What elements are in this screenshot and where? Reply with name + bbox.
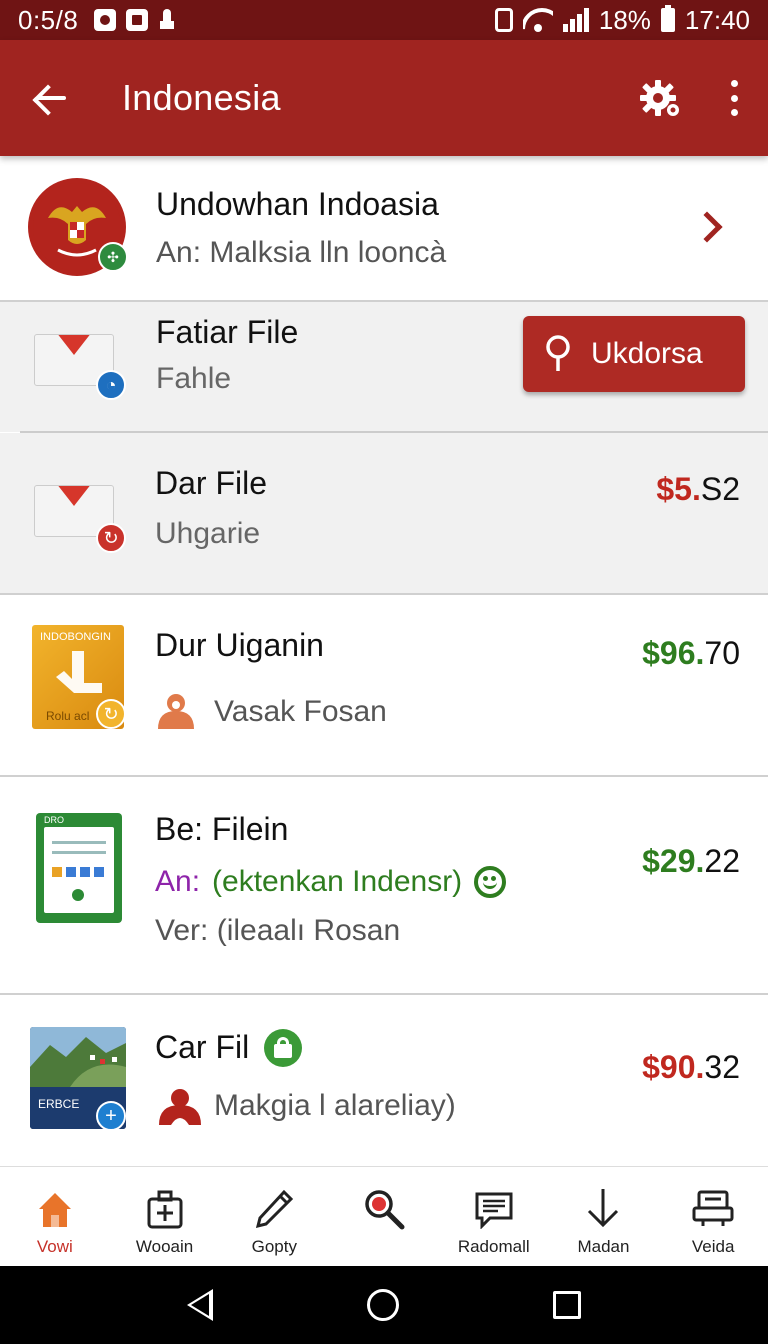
system-navigation-bar	[0, 1266, 768, 1344]
header-title: Undowhan Indoasia	[156, 186, 439, 222]
thumb-label: DRO	[44, 815, 64, 825]
header-subtitle: An: Malksia lln looncà	[156, 236, 447, 269]
nav-item-gopty[interactable]: Gopty	[219, 1167, 329, 1266]
item-subtitle: Makgia l alareliay)	[214, 1089, 456, 1122]
list-item[interactable]: DRO Be: Filein An: (ektenkan Indensr) Ve…	[0, 777, 768, 995]
nav-item-search[interactable]	[329, 1167, 439, 1266]
list-item[interactable]: INDOBONGIN Rolu acl ↻ Dur Uiganin Vasak …	[0, 595, 768, 777]
battery-percent: 18%	[598, 4, 651, 35]
price-main: $5.	[656, 471, 701, 507]
header-card[interactable]: ✣ Undowhan Indoasia An: Malksia lln loon…	[0, 156, 768, 302]
thumb-caption-top: INDOBONGIN	[40, 631, 111, 643]
item-title: Fatiar File	[156, 314, 299, 350]
download-arrow-icon	[581, 1187, 625, 1231]
status-badge: ✣	[98, 242, 128, 272]
system-back-icon[interactable]	[187, 1289, 213, 1321]
home-icon	[33, 1187, 77, 1231]
price-main: $29.	[642, 843, 705, 879]
notification-icons	[94, 9, 176, 31]
smiley-icon	[474, 866, 507, 898]
location-pin-icon	[546, 335, 570, 371]
user-group-icon	[159, 1089, 201, 1125]
item-price: $90.32	[642, 1049, 740, 1086]
message-icon	[472, 1187, 516, 1231]
status-right: 18% 17:40	[494, 4, 750, 36]
price-cents: 70	[704, 635, 740, 671]
app-thumbnail: DRO	[36, 813, 122, 923]
page-title: Indonesia	[122, 77, 281, 118]
item-price: $96.70	[642, 635, 740, 672]
chevron-right-icon[interactable]	[691, 211, 723, 243]
ukdorsa-button-label: Ukdorsa	[591, 337, 703, 370]
thumb-label: ERBCE	[38, 1097, 80, 1111]
item-title: Dar File	[155, 465, 268, 501]
status-bar: 0:5/8 18% 17:40	[0, 0, 768, 40]
item-title: Car Fil	[155, 1029, 250, 1065]
notification-icon	[158, 9, 176, 31]
status-time-right: 17:40	[684, 4, 750, 35]
nav-label: Veida	[691, 1237, 735, 1256]
system-recents-icon[interactable]	[553, 1291, 581, 1319]
wifi-icon	[523, 8, 553, 32]
search-icon	[362, 1187, 406, 1231]
item-title: Dur Uiganin	[155, 627, 324, 663]
list-item[interactable]: ERBCE + Car Fil Makgia l alareliay) $90.…	[0, 995, 768, 1166]
app-bar: Indonesia	[0, 40, 768, 156]
price-main: $96.	[642, 635, 705, 671]
nav-label: Gopty	[251, 1237, 297, 1256]
add-badge: +	[96, 1101, 126, 1131]
arrow-back-icon[interactable]	[30, 76, 74, 120]
subtitle-prefix: An:	[155, 865, 201, 898]
medical-bag-icon	[143, 1187, 187, 1231]
item-price: $5.S2	[656, 471, 740, 508]
item-version: Ver: (ileaalı Rosan	[155, 914, 401, 947]
nav-item-radomall[interactable]: Radomall	[439, 1167, 549, 1266]
bottom-navigation: Vowi Wooain Gopty Radomall Madan Veida	[0, 1166, 768, 1266]
item-subtitle: An: (ektenkan Indensr)	[155, 865, 507, 899]
gear-icon[interactable]	[638, 76, 682, 120]
item-subtitle: Uhgarie	[155, 517, 261, 550]
pen-icon	[252, 1187, 296, 1231]
user-group-icon	[158, 694, 194, 729]
status-badge: ↻	[96, 699, 126, 729]
printer-icon	[691, 1187, 735, 1231]
app-bar-actions	[638, 76, 744, 120]
price-cents: 32	[704, 1049, 740, 1085]
vibrate-icon	[494, 8, 513, 32]
ukdorsa-button[interactable]: Ukdorsa	[523, 316, 745, 392]
signal-icon	[562, 8, 589, 32]
status-badge: ↻	[96, 523, 126, 553]
document-icon	[44, 827, 114, 913]
status-time-left: 0:5/8	[18, 4, 79, 35]
item-price: $29.22	[642, 843, 740, 880]
shopping-bag-icon	[264, 1029, 302, 1067]
item-subtitle: Fahle	[156, 362, 232, 395]
price-main: $90.	[642, 1049, 705, 1085]
price-cents: S2	[700, 471, 740, 507]
thumb-caption-bottom: Rolu acl	[46, 709, 90, 723]
subtitle-highlight: (ektenkan Indensr)	[212, 865, 463, 898]
tool-icon	[56, 651, 102, 693]
notification-icon	[94, 9, 117, 31]
nav-label: Radomall	[457, 1237, 530, 1256]
status-badge: ◔	[96, 370, 126, 400]
item-subtitle: Vasak Fosan	[214, 695, 387, 728]
price-cents: 22	[704, 843, 740, 879]
nav-item-vowi[interactable]: Vowi	[0, 1167, 110, 1266]
nav-label: Wooain	[135, 1237, 194, 1256]
nav-label: Vowi	[36, 1237, 73, 1256]
nav-label: Madan	[577, 1237, 630, 1256]
list-item[interactable]: ↻ Dar File Uhgarie $5.S2	[0, 433, 768, 595]
item-title: Be: Filein	[155, 811, 289, 847]
nav-item-madan[interactable]: Madan	[549, 1167, 659, 1266]
battery-icon	[660, 5, 675, 32]
nav-item-veida[interactable]: Veida	[658, 1167, 768, 1266]
nav-item-wooain[interactable]: Wooain	[110, 1167, 220, 1266]
system-home-icon[interactable]	[367, 1289, 399, 1321]
more-vert-icon[interactable]	[724, 80, 744, 116]
notification-icon	[126, 9, 149, 31]
gear-icon-svg	[640, 80, 679, 116]
